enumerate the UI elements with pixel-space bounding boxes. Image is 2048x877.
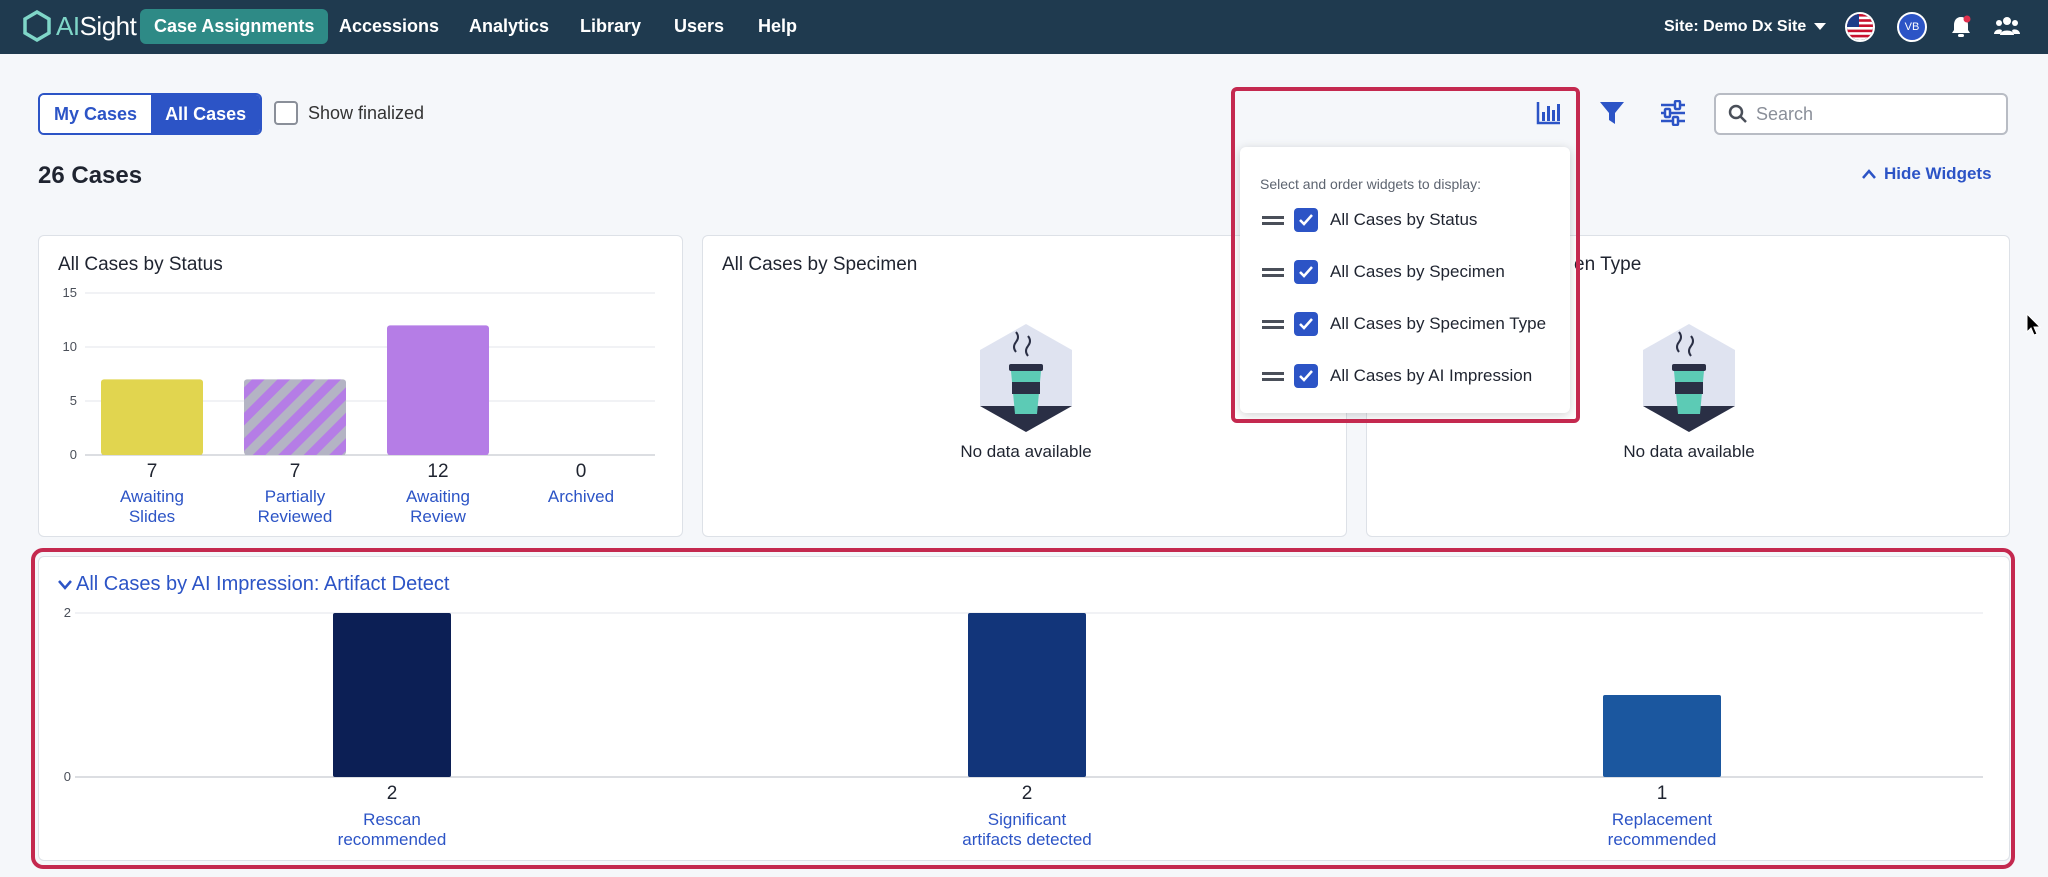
status-widget-card: All Cases by Status 0 5 10 15 7 Awaiting Slide… — [38, 235, 683, 537]
highlight-box-widget-selector — [1231, 87, 1580, 423]
brand-logo[interactable]: AISight — [22, 10, 137, 42]
nav-users[interactable]: Users — [660, 9, 738, 44]
search-input[interactable] — [1756, 103, 1996, 125]
specimen-widget-title: All Cases by Specimen — [722, 254, 918, 275]
nav-accessions[interactable]: Accessions — [325, 9, 453, 44]
empty-coffee-icon — [980, 324, 1072, 432]
y-tick-label: 15 — [63, 285, 77, 300]
bar-value-label: 7 — [290, 461, 301, 482]
y-tick-label: 10 — [63, 339, 77, 354]
bar-category-label: Awaiting — [406, 487, 470, 506]
search-icon — [1728, 104, 1747, 123]
nav-library[interactable]: Library — [566, 9, 655, 44]
team-icon[interactable] — [1994, 15, 2020, 42]
sliders-icon[interactable] — [1660, 99, 1686, 131]
show-finalized-checkbox[interactable] — [274, 101, 298, 125]
nav-case-assignments[interactable]: Case Assignments — [140, 9, 329, 44]
bar-awaiting-review — [387, 325, 489, 455]
bar-value-label: 12 — [427, 461, 448, 482]
bar-category-label: Awaiting — [120, 487, 184, 506]
bar-category-label: Review — [410, 507, 466, 526]
bar-category-label: Archived — [548, 487, 614, 506]
y-tick-label: 0 — [70, 447, 77, 462]
all-cases-button[interactable]: All Cases — [151, 95, 261, 133]
y-tick-label: 5 — [70, 393, 77, 408]
show-finalized-toggle[interactable]: Show finalized — [274, 101, 424, 125]
bell-icon[interactable] — [1950, 15, 1972, 44]
specimen-no-data: No data available — [960, 442, 1092, 461]
hide-widgets-label: Hide Widgets — [1884, 164, 1992, 183]
my-cases-button[interactable]: My Cases — [40, 95, 152, 133]
caret-down-icon — [1814, 23, 1827, 31]
bar-value-label: 0 — [576, 461, 587, 482]
specimen-type-no-data: No data available — [1623, 442, 1755, 461]
bar-category-label: Reviewed — [258, 507, 333, 526]
mouse-cursor-icon — [2026, 313, 2042, 336]
brand-name: AISight — [56, 10, 137, 41]
filter-icon[interactable] — [1599, 100, 1625, 131]
cases-count: 26 Cases — [38, 162, 143, 189]
hexagon-logo-icon — [23, 10, 51, 42]
user-avatar[interactable]: VB — [1897, 12, 1927, 42]
search-box — [1714, 93, 2008, 135]
bar-category-label: Partially — [265, 487, 326, 506]
specimen-type-widget-title: en Type — [1574, 254, 1642, 275]
us-flag-icon[interactable] — [1845, 12, 1875, 42]
site-selector[interactable]: Site: Demo Dx Site — [1664, 0, 1827, 54]
show-finalized-label: Show finalized — [308, 102, 425, 123]
empty-coffee-icon — [1643, 324, 1735, 432]
bar-awaiting-slides — [101, 379, 203, 455]
bar-category-label: Slides — [129, 507, 175, 526]
hide-widgets-button[interactable]: Hide Widgets — [1862, 164, 1992, 184]
chevron-up-icon — [1862, 169, 1876, 179]
top-nav: AISight Case Assignments Accessions Anal… — [0, 0, 2048, 54]
bar-partially-reviewed — [244, 379, 346, 455]
status-bar-chart: 0510157AwaitingSlides7PartiallyReviewed1… — [63, 285, 655, 526]
nav-analytics[interactable]: Analytics — [455, 9, 563, 44]
highlight-box-ai-impression — [31, 548, 2015, 869]
bar-value-label: 7 — [147, 461, 158, 482]
nav-help[interactable]: Help — [744, 9, 811, 44]
case-scope-toggle: My Cases All Cases — [38, 93, 263, 135]
site-label: Site: Demo Dx Site — [1664, 18, 1807, 35]
